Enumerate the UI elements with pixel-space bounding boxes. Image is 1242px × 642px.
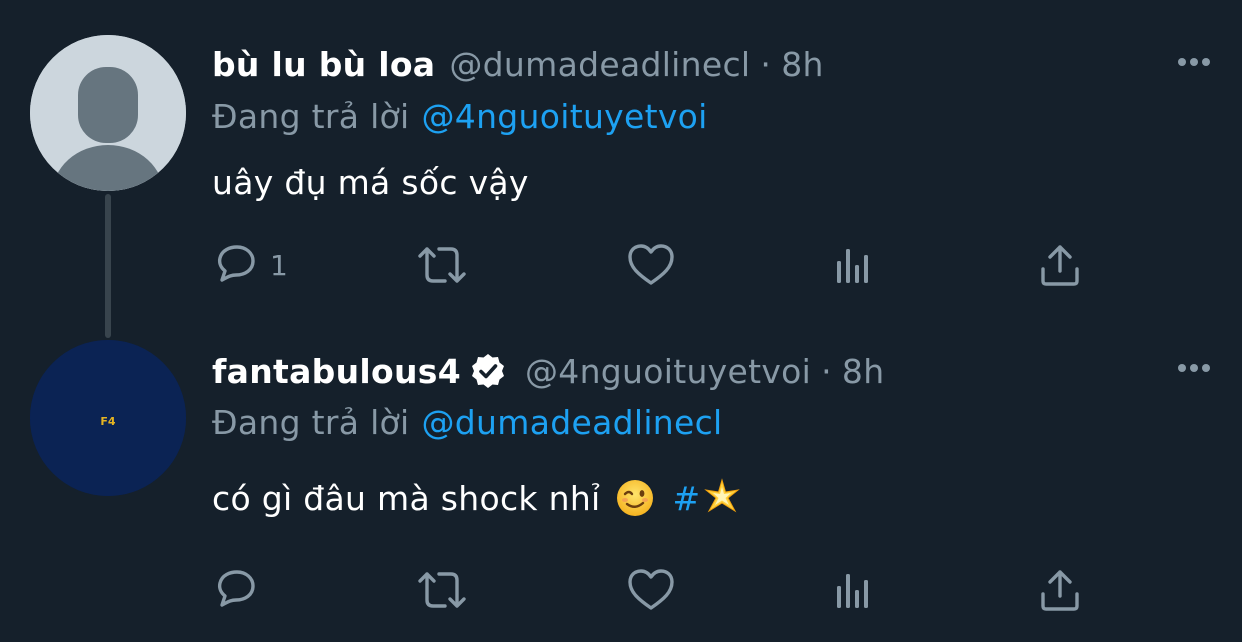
more-options-icon[interactable] <box>1174 356 1214 380</box>
tweet[interactable]: bù lu bù loa @dumadeadlinecl · 8h Đang t… <box>0 0 1242 338</box>
analytics-button[interactable] <box>832 240 876 290</box>
like-button[interactable] <box>626 240 676 290</box>
analytics-button[interactable] <box>832 565 876 615</box>
conversation-thread: bù lu bù loa @dumadeadlinecl · 8h Đang t… <box>0 0 1242 642</box>
tweet-text-content: uây đụ má sốc vậy <box>212 162 529 202</box>
avatar-logo-text: F4 <box>100 415 116 428</box>
replying-to-mention[interactable]: @4nguoituyetvoi <box>422 97 708 136</box>
timestamp[interactable]: 8h <box>781 45 824 84</box>
replying-to-label: Đang trả lời <box>212 402 410 442</box>
share-icon <box>1041 570 1079 611</box>
tweet-text: có gì đâu mà shock nhỉ # <box>212 474 742 522</box>
thread-connector-line <box>105 194 111 338</box>
tweet-text-content: có gì đâu mà shock nhỉ <box>212 478 601 518</box>
reply-icon <box>217 245 255 282</box>
share-icon <box>1041 245 1079 286</box>
tweet-header: bù lu bù loa @dumadeadlinecl · 8h <box>212 42 824 86</box>
separator-dot: · <box>760 44 772 84</box>
share-button[interactable] <box>1038 240 1082 290</box>
default-user-avatar-icon <box>30 35 186 191</box>
like-button[interactable] <box>626 565 676 615</box>
verified-badge <box>469 352 507 390</box>
reply-count: 1 <box>270 248 288 282</box>
avatar[interactable]: F4 <box>30 340 186 496</box>
separator-dot: · <box>821 351 832 391</box>
reply-icon <box>217 570 255 607</box>
glowing-star-emoji-icon <box>702 478 742 518</box>
user-handle[interactable]: @dumadeadlinecl <box>449 45 750 84</box>
heart-icon <box>628 244 674 285</box>
retweet-button[interactable] <box>414 565 470 615</box>
retweet-icon <box>418 247 466 283</box>
verified-badge-icon <box>471 354 504 388</box>
hashtag[interactable]: # <box>673 479 701 518</box>
reply-button[interactable] <box>212 565 270 615</box>
tweet-text: uây đụ má sốc vậy <box>212 158 529 206</box>
retweet-button[interactable] <box>414 240 470 290</box>
avatar[interactable] <box>30 35 186 191</box>
display-name[interactable]: fantabulous4 <box>212 352 461 391</box>
f4-logo-avatar: F4 <box>30 340 186 496</box>
analytics-icon <box>837 249 868 283</box>
replying-to-label: Đang trả lời <box>212 96 410 136</box>
replying-to-mention[interactable]: @dumadeadlinecl <box>422 403 723 442</box>
analytics-icon <box>837 574 868 608</box>
display-name[interactable]: bù lu bù loa <box>212 45 435 84</box>
tweet[interactable]: F4 fantabulous4 @4nguoituyetvoi · 8h Đan… <box>0 330 1242 642</box>
reply-button[interactable]: 1 <box>212 240 288 290</box>
timestamp[interactable]: 8h <box>842 352 885 391</box>
user-handle[interactable]: @4nguoituyetvoi <box>525 352 811 391</box>
winking-face-emoji-icon <box>615 478 655 518</box>
share-button[interactable] <box>1038 565 1082 615</box>
tweet-header: fantabulous4 @4nguoituyetvoi · 8h <box>212 349 884 393</box>
more-options-icon[interactable] <box>1174 50 1214 74</box>
replying-to: Đang trả lời @dumadeadlinecl <box>212 400 723 444</box>
replying-to: Đang trả lời @4nguoituyetvoi <box>212 94 708 138</box>
heart-icon <box>628 569 674 610</box>
retweet-icon <box>418 572 466 608</box>
